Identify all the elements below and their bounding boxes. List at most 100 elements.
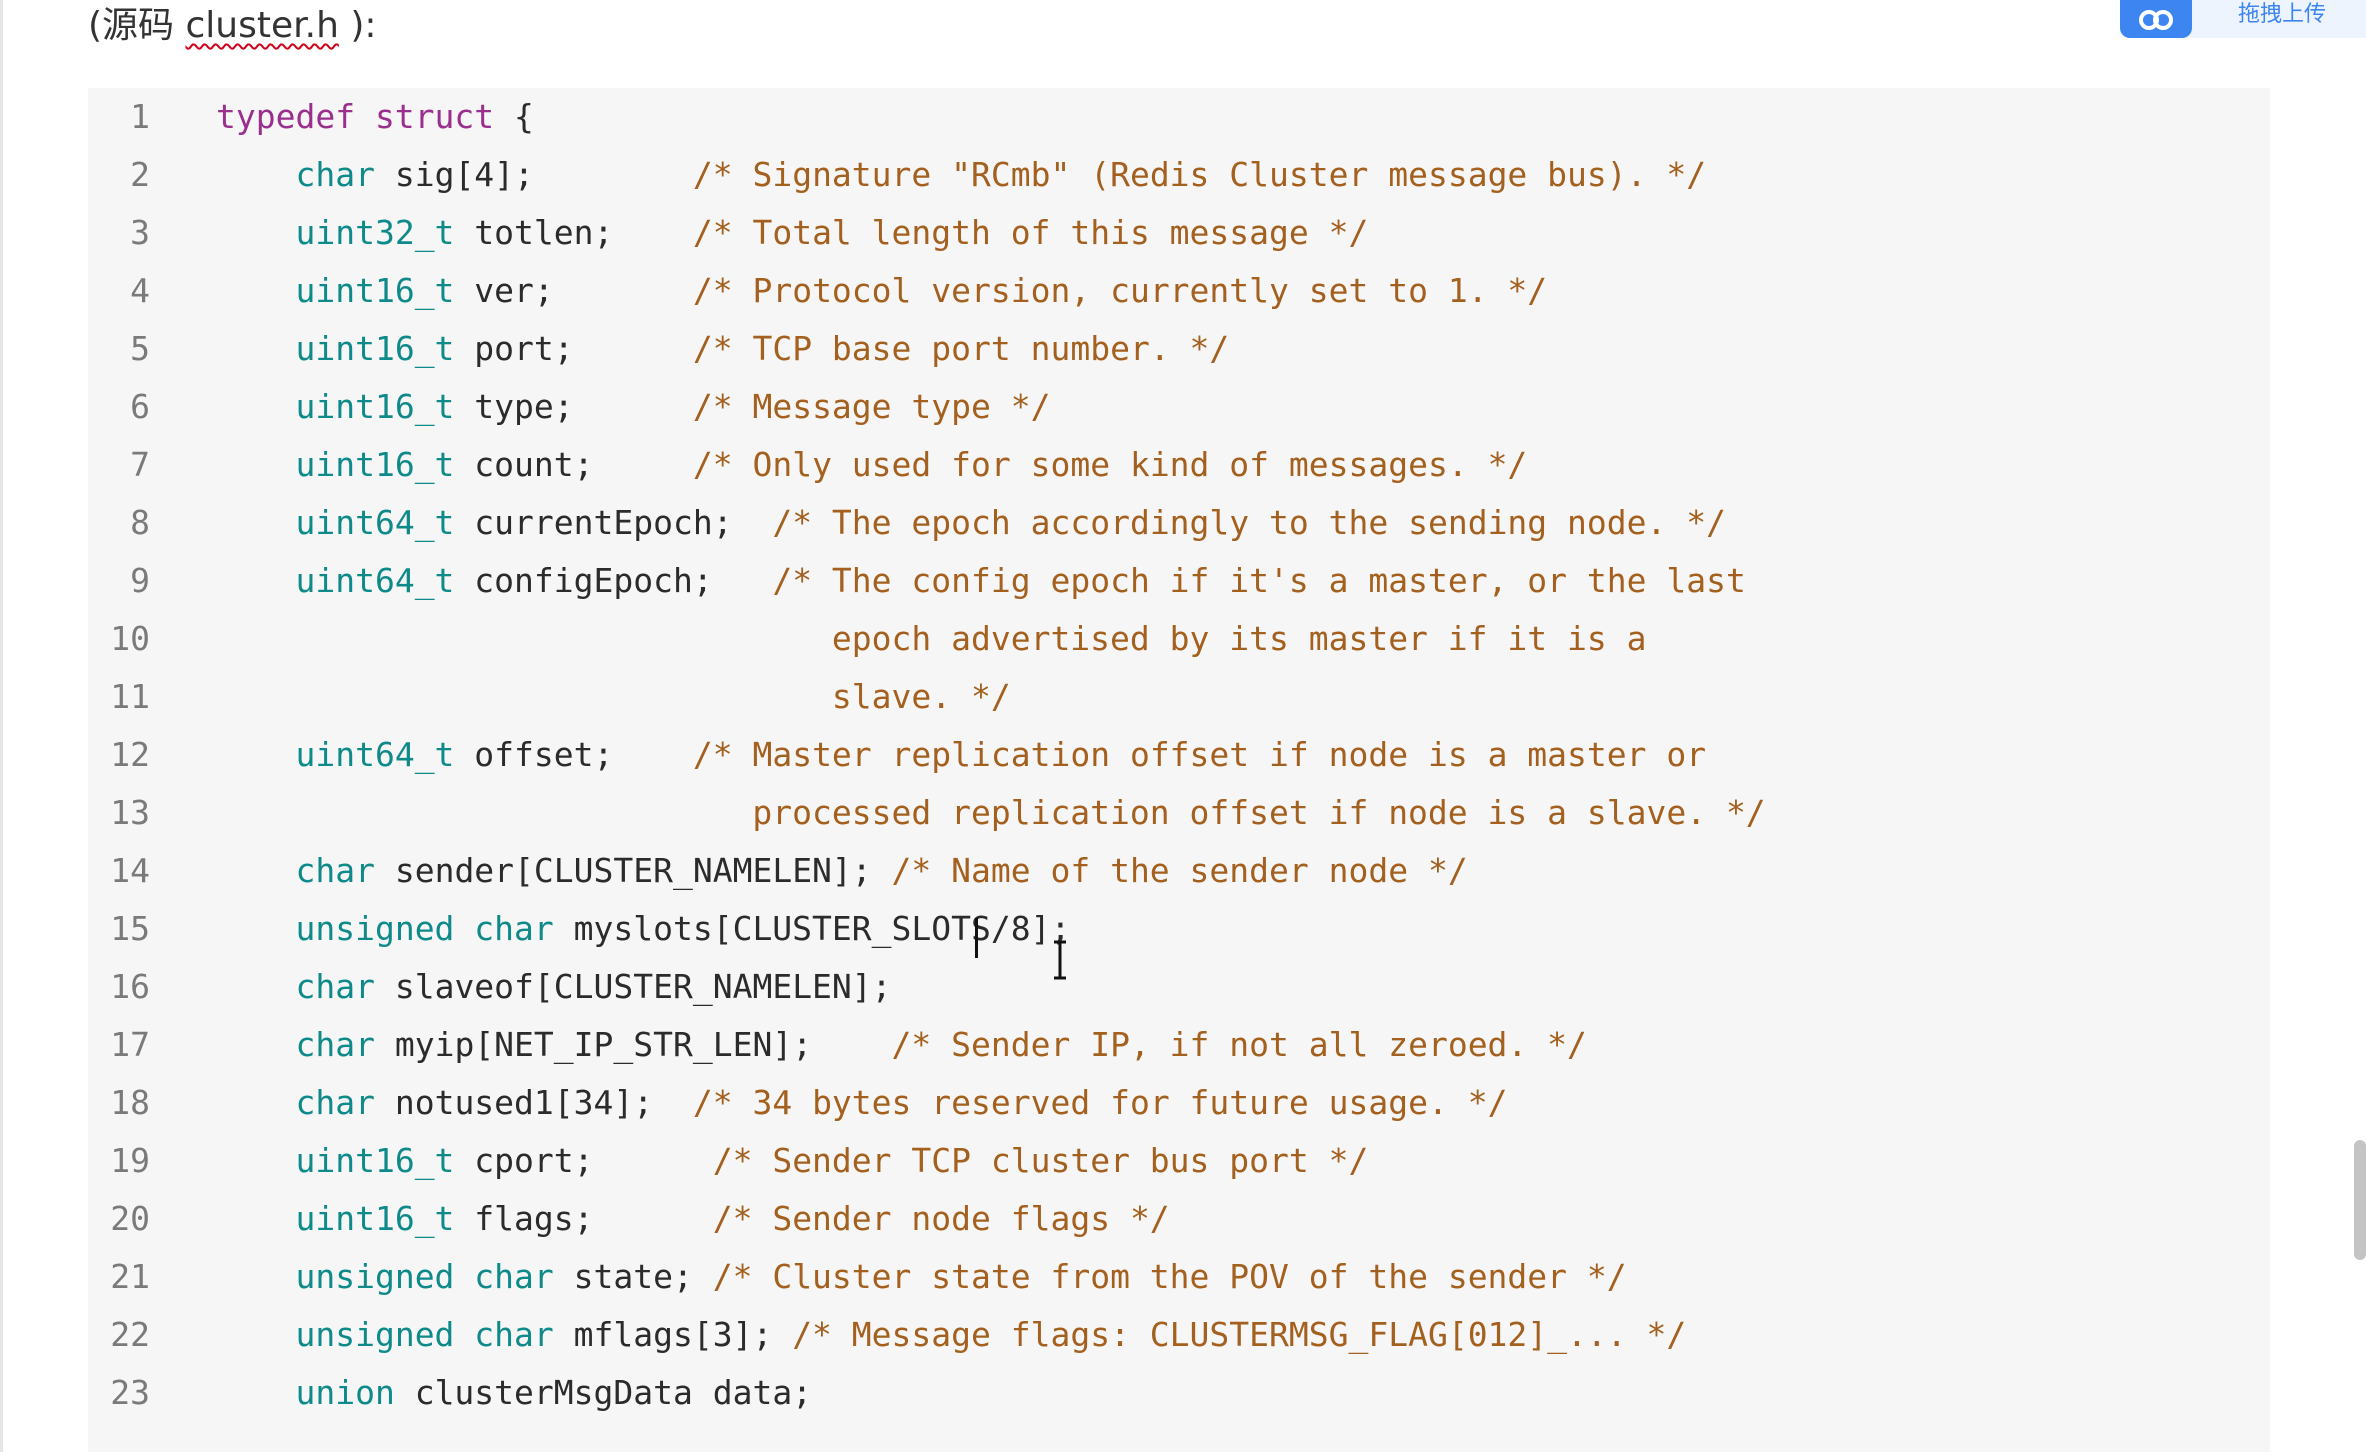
code-line: 10 epoch advertised by its master if it … <box>88 610 2270 668</box>
page-left-border <box>0 0 3 1452</box>
code-text: uint16_t flags; /* Sender node flags */ <box>216 1190 1170 1248</box>
line-number: 7 <box>130 445 150 484</box>
line-number: 9 <box>130 561 150 600</box>
code-line: 13 processed replication offset if node … <box>88 784 2270 842</box>
code-type: char <box>295 967 375 1006</box>
code-line: 19 uint16_t cport; /* Sender TCP cluster… <box>88 1132 2270 1190</box>
code-type: char <box>295 851 375 890</box>
code-line: 6 uint16_t type; /* Message type */ <box>88 378 2270 436</box>
code-token: offset; <box>454 735 693 774</box>
code-comment: /* Protocol version, currently set to 1.… <box>692 271 1548 310</box>
code-token: flags; <box>454 1199 713 1238</box>
code-token: myip[NET_IP_STR_LEN]; <box>374 1025 892 1064</box>
code-type: unsigned char <box>295 1315 554 1354</box>
code-line: 14 char sender[CLUSTER_NAMELEN]; /* Name… <box>88 842 2270 900</box>
code-type: uint16_t <box>295 445 455 484</box>
code-line: 1 typedef struct { <box>88 88 2270 146</box>
line-number: 6 <box>130 387 150 426</box>
line-number: 10 <box>110 619 150 658</box>
cloud-upload-icon[interactable] <box>2120 0 2192 38</box>
code-type: uint16_t <box>295 1141 455 1180</box>
code-token: totlen; <box>454 213 693 252</box>
code-token: sig[4]; <box>374 155 693 194</box>
code-type: uint64_t <box>295 503 455 542</box>
code-line: 20 uint16_t flags; /* Sender node flags … <box>88 1190 2270 1248</box>
code-token: sender[CLUSTER_NAMELEN]; <box>374 851 892 890</box>
code-comment: processed replication offset if node is … <box>216 793 1766 832</box>
code-comment: /* Name of the sender node */ <box>891 851 1468 890</box>
code-comment: /* Master replication offset if node is … <box>692 735 1707 774</box>
code-comment: /* The config epoch if it's a master, or… <box>772 561 1746 600</box>
code-token: state; <box>553 1257 713 1296</box>
code-type: char <box>295 1025 375 1064</box>
code-line: 8 uint64_t currentEpoch; /* The epoch ac… <box>88 494 2270 552</box>
code-token: port; <box>454 329 693 368</box>
code-token: configEpoch; <box>454 561 773 600</box>
code-type: uint16_t <box>295 271 455 310</box>
code-text: epoch advertised by its master if it is … <box>216 610 1647 668</box>
line-number: 19 <box>110 1141 150 1180</box>
code-block[interactable]: 1 typedef struct {2 char sig[4]; /* Signa… <box>88 88 2270 1452</box>
code-token: count; <box>454 445 693 484</box>
code-comment: /* The epoch accordingly to the sending … <box>772 503 1726 542</box>
code-token: mflags[3]; <box>553 1315 793 1354</box>
line-number: 22 <box>110 1315 150 1354</box>
text-caret <box>975 918 978 958</box>
code-type: uint16_t <box>295 329 455 368</box>
code-text: uint64_t configEpoch; /* The config epoc… <box>216 552 1746 610</box>
vertical-scrollbar-thumb[interactable] <box>2354 1140 2366 1260</box>
line-number: 3 <box>130 213 150 252</box>
code-line: 21 unsigned char state; /* Cluster state… <box>88 1248 2270 1306</box>
code-comment: slave. */ <box>216 677 1011 716</box>
code-comment: /* Total length of this message */ <box>692 213 1369 252</box>
code-line: 17 char myip[NET_IP_STR_LEN]; /* Sender … <box>88 1016 2270 1074</box>
code-line: 4 uint16_t ver; /* Protocol version, cur… <box>88 262 2270 320</box>
caption-open: (源码 <box>88 5 186 46</box>
line-number: 17 <box>110 1025 150 1064</box>
code-caption: (源码 cluster.h ): <box>88 0 377 52</box>
code-line: 9 uint64_t configEpoch; /* The config ep… <box>88 552 2270 610</box>
drag-upload-widget[interactable]: 拖拽上传 <box>2120 0 2366 38</box>
drag-upload-label[interactable]: 拖拽上传 <box>2238 0 2326 28</box>
code-text: uint16_t cport; /* Sender TCP cluster bu… <box>216 1132 1368 1190</box>
code-type: uint64_t <box>295 735 455 774</box>
code-text: processed replication offset if node is … <box>216 784 1766 842</box>
code-type: char <box>295 155 375 194</box>
code-text: union clusterMsgData data; <box>216 1364 812 1422</box>
code-comment: /* Only used for some kind of messages. … <box>692 445 1528 484</box>
code-token: type; <box>454 387 693 426</box>
code-comment: /* Sender IP, if not all zeroed. */ <box>891 1025 1587 1064</box>
code-text: char sig[4]; /* Signature "RCmb" (Redis … <box>216 146 1706 204</box>
code-text: typedef struct { <box>216 88 534 146</box>
line-number: 20 <box>110 1199 150 1238</box>
code-line: 12 uint64_t offset; /* Master replicatio… <box>88 726 2270 784</box>
code-type: unsigned char <box>295 1257 554 1296</box>
code-token: cport; <box>454 1141 713 1180</box>
line-number: 1 <box>130 97 150 136</box>
code-token: clusterMsgData data; <box>394 1373 813 1412</box>
code-text: uint64_t offset; /* Master replication o… <box>216 726 1706 784</box>
code-text: uint32_t totlen; /* Total length of this… <box>216 204 1368 262</box>
code-text: uint16_t ver; /* Protocol version, curre… <box>216 262 1547 320</box>
code-text: char notused1[34]; /* 34 bytes reserved … <box>216 1074 1507 1132</box>
code-line: 7 uint16_t count; /* Only used for some … <box>88 436 2270 494</box>
line-number: 13 <box>110 793 150 832</box>
code-token: { <box>494 97 534 136</box>
code-type: unsigned char <box>295 909 554 948</box>
code-keyword: typedef struct <box>216 97 495 136</box>
line-number: 21 <box>110 1257 150 1296</box>
code-text: unsigned char mflags[3]; /* Message flag… <box>216 1306 1686 1364</box>
line-number: 4 <box>130 271 150 310</box>
line-number: 15 <box>110 909 150 948</box>
code-text: unsigned char myslots[CLUSTER_SLOTS/8]; <box>216 900 1070 958</box>
code-text: char sender[CLUSTER_NAMELEN]; /* Name of… <box>216 842 1468 900</box>
code-comment: /* Sender node flags */ <box>712 1199 1170 1238</box>
